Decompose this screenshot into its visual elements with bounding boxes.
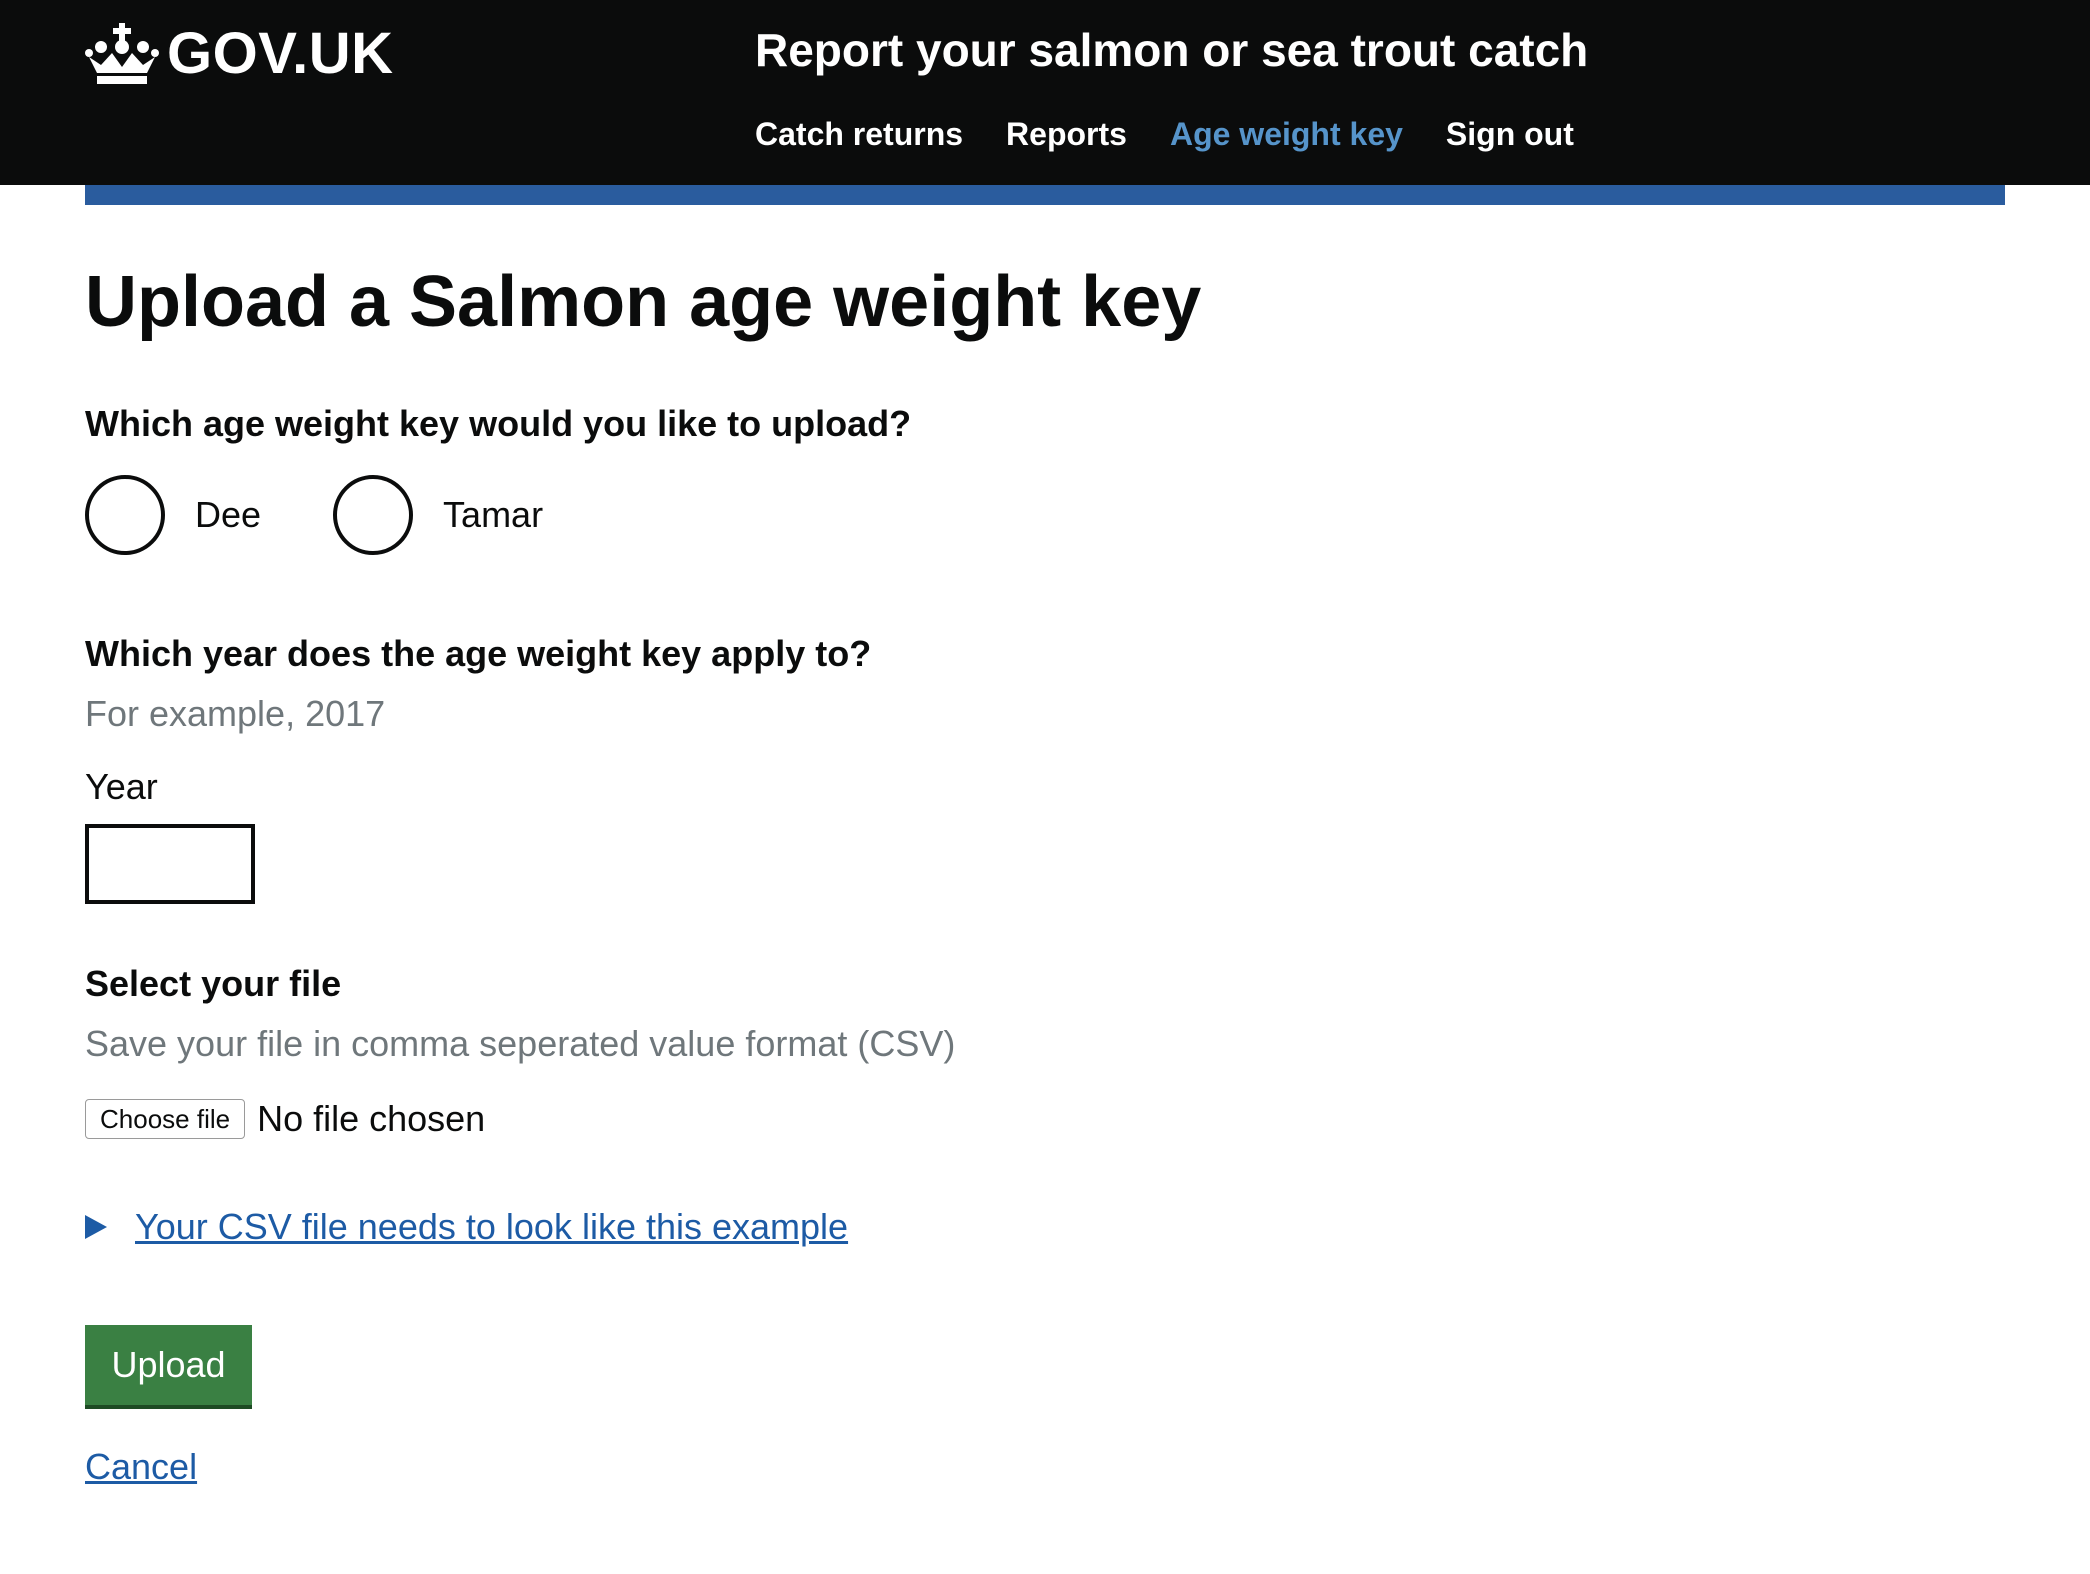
radio-label-dee: Dee [195,494,262,535]
service-name-link[interactable]: Report your salmon or sea trout catch [755,22,1588,78]
page-title: Upload a Salmon age weight key [85,262,1202,342]
upload-button[interactable]: Upload [85,1325,252,1405]
csv-example-details[interactable]: Your CSV file needs to look like this ex… [85,1203,848,1251]
radio-button-dee[interactable] [85,475,165,555]
year-question-label: Which year does the age weight key apply… [85,633,872,674]
triangle-right-icon [85,1215,107,1239]
radio-option-dee[interactable]: Dee [85,475,333,555]
nav-item-catch-returns[interactable]: Catch returns [755,110,963,158]
file-upload-control: Choose file No file chosen [85,1095,485,1143]
nav-item-reports[interactable]: Reports [1006,110,1127,158]
crown-icon [85,23,159,85]
site-header: GOV.UK Report your salmon or sea trout c… [0,0,2090,185]
radio-label-tamar: Tamar [443,494,544,535]
nav-item-sign-out[interactable]: Sign out [1446,110,1574,158]
govuk-logo-text: GOV.UK [167,21,394,86]
key-question-label: Which age weight key would you like to u… [85,403,912,444]
csv-example-summary-link[interactable]: Your CSV file needs to look like this ex… [135,1203,848,1251]
choose-file-button[interactable]: Choose file [85,1099,246,1139]
header-blue-bar [85,185,2005,205]
govuk-logo-link[interactable]: GOV.UK [85,20,393,88]
file-question-label: Select your file [85,963,342,1004]
file-status-text: No file chosen [257,1098,486,1139]
radio-button-tamar[interactable] [333,475,414,555]
year-input[interactable] [85,824,255,904]
header-navigation: Catch returns Reports Age weight key Sig… [755,110,1574,158]
cancel-link[interactable]: Cancel [85,1443,197,1491]
year-field-label: Year [85,766,158,807]
nav-item-age-weight-key[interactable]: Age weight key [1170,110,1403,158]
file-hint: Save your file in comma seperated value … [85,1023,956,1064]
year-hint: For example, 2017 [85,693,386,734]
key-radio-group: Dee Tamar [85,475,543,555]
radio-option-tamar[interactable]: Tamar [333,475,543,555]
